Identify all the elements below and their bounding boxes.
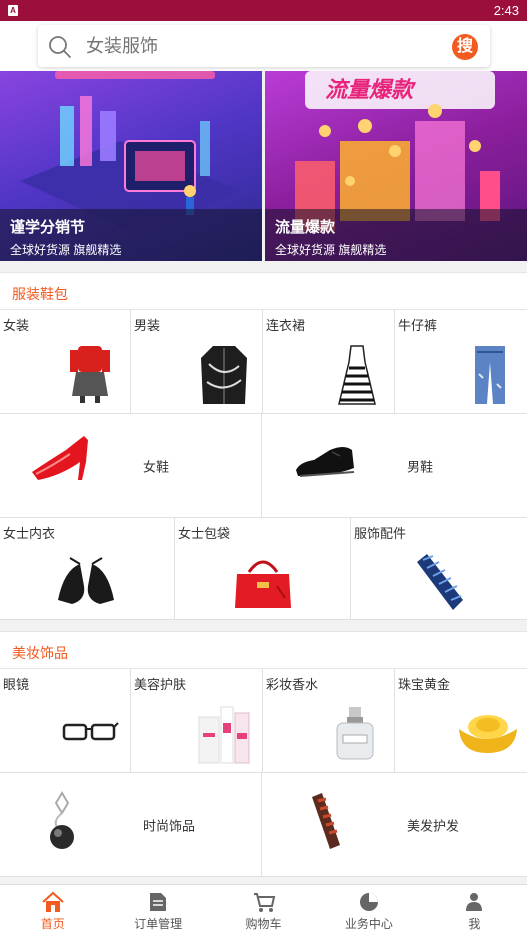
category-label: 女鞋 <box>143 459 170 474</box>
gold-ingot-image <box>459 715 517 753</box>
skincare-products-image <box>198 706 250 764</box>
black-leather-shoe-image <box>296 447 355 477</box>
category-makeup-perfume[interactable]: 彩妆香水 <box>263 669 395 772</box>
status-clock: 2:43 <box>493 3 519 18</box>
category-womens-handbags[interactable]: 女士包袋 <box>175 518 351 619</box>
shopping-cart-icon <box>253 893 275 912</box>
tab-label: 购物车 <box>245 917 282 931</box>
tab-home[interactable]: 首页 <box>0 885 105 936</box>
order-document-icon <box>150 893 167 911</box>
womens-outfit-image <box>70 346 110 403</box>
category-haircare[interactable]: 美发护发 <box>262 773 527 876</box>
striped-dress-image <box>338 345 376 405</box>
category-label: 服饰配件 <box>354 526 407 541</box>
category-label: 女装 <box>3 318 30 333</box>
app-notification-icon: A <box>8 5 18 16</box>
section-title: 服装鞋包 <box>12 286 68 302</box>
search-input[interactable] <box>86 25 436 67</box>
banner-caption: 谨学分销节 全球好货源 旗舰精选 <box>0 209 262 261</box>
category-label: 美容护肤 <box>134 677 187 692</box>
tab-label: 业务中心 <box>344 917 393 931</box>
category-fashion-accessories[interactable]: 时尚饰品 <box>0 773 262 876</box>
banner-title: 谨学分销节 <box>10 219 86 236</box>
category-label: 女士包袋 <box>178 526 231 541</box>
category-jewelry-gold[interactable]: 珠宝黄金 <box>395 669 527 772</box>
category-womens-clothing[interactable]: 女装 <box>0 310 131 413</box>
tab-business-center[interactable]: 业务中心 <box>316 885 421 936</box>
banner-caption: 流量爆款 全球好货源 旗舰精选 <box>265 209 527 261</box>
category-glasses[interactable]: 眼镜 <box>0 669 131 772</box>
user-profile-icon <box>466 893 483 911</box>
perfume-bottle-image <box>336 707 374 760</box>
necktie-image <box>417 554 463 610</box>
pearl-pendant-image <box>50 791 74 849</box>
section-header-beauty: 美妆饰品 <box>0 631 527 669</box>
category-row: 女鞋 男鞋 <box>0 414 527 518</box>
red-handbag-image <box>235 560 291 608</box>
category-row: 女装 男装 连衣裙 牛仔裤 <box>0 310 527 414</box>
category-row: 时尚饰品 美发护发 <box>0 773 527 877</box>
banner-distribution-festival[interactable]: 谨学分销节 全球好货源 旗舰精选 <box>0 71 262 261</box>
category-womens-shoes[interactable]: 女鞋 <box>0 414 262 517</box>
category-mens-shoes[interactable]: 男鞋 <box>262 414 527 517</box>
glasses-image <box>62 722 119 741</box>
tab-cart[interactable]: 购物车 <box>211 885 316 936</box>
banner-subtitle: 全球好货源 旗舰精选 <box>10 243 122 257</box>
hair-brush-image <box>312 793 340 849</box>
search-button[interactable]: 搜 <box>452 34 478 60</box>
section-header-apparel: 服装鞋包 <box>0 272 527 310</box>
tab-orders[interactable]: 订单管理 <box>105 885 210 936</box>
category-womens-lingerie[interactable]: 女士内衣 <box>0 518 175 619</box>
pie-chart-icon <box>359 893 378 911</box>
category-mens-clothing[interactable]: 男装 <box>131 310 263 413</box>
category-label: 眼镜 <box>3 677 30 692</box>
home-icon <box>42 891 64 912</box>
section-title: 美妆饰品 <box>12 645 68 661</box>
jeans-image <box>475 346 505 404</box>
search-box[interactable]: 搜 <box>38 25 490 67</box>
category-skincare[interactable]: 美容护肤 <box>131 669 263 772</box>
category-apparel-accessories[interactable]: 服饰配件 <box>351 518 527 619</box>
banner-subtitle: 全球好货源 旗舰精选 <box>275 243 387 257</box>
category-row: 眼镜 美容护肤 彩妆香水 珠宝黄金 <box>0 669 527 773</box>
category-dresses[interactable]: 连衣裙 <box>263 310 395 413</box>
category-label: 牛仔裤 <box>398 318 438 333</box>
category-label: 珠宝黄金 <box>398 677 451 692</box>
red-heel-image <box>32 436 88 480</box>
category-label: 美发护发 <box>407 818 460 833</box>
tab-label: 首页 <box>40 917 65 931</box>
tab-label: 订单管理 <box>134 917 183 931</box>
category-jeans[interactable]: 牛仔裤 <box>395 310 527 413</box>
search-icon <box>49 36 71 58</box>
category-row: 女士内衣 女士包袋 服饰配件 <box>0 518 527 620</box>
status-bar: A 2:43 <box>0 0 527 21</box>
category-label: 男鞋 <box>407 459 434 474</box>
tab-me[interactable]: 我 <box>422 885 527 936</box>
banner-carousel: 谨学分销节 全球好货源 旗舰精选 流量爆款 流量爆款 全球好货源 旗舰精选 <box>0 71 527 261</box>
search-bar: 搜 <box>0 21 527 71</box>
svg-text:流量爆款: 流量爆款 <box>325 77 417 102</box>
tab-label: 我 <box>468 917 481 931</box>
mens-jacket-image <box>201 346 247 404</box>
category-label: 彩妆香水 <box>266 677 319 692</box>
banner-title: 流量爆款 <box>275 219 336 236</box>
bra-image <box>58 557 114 604</box>
category-label: 男装 <box>134 318 161 333</box>
category-label: 时尚饰品 <box>143 818 196 833</box>
bottom-tab-bar: 首页 订单管理 购物车 业务中心 我 <box>0 884 527 936</box>
category-label: 女士内衣 <box>3 526 56 541</box>
category-label: 连衣裙 <box>266 318 306 333</box>
banner-traffic-bestsellers[interactable]: 流量爆款 流量爆款 全球好货源 旗舰精选 <box>265 71 527 261</box>
